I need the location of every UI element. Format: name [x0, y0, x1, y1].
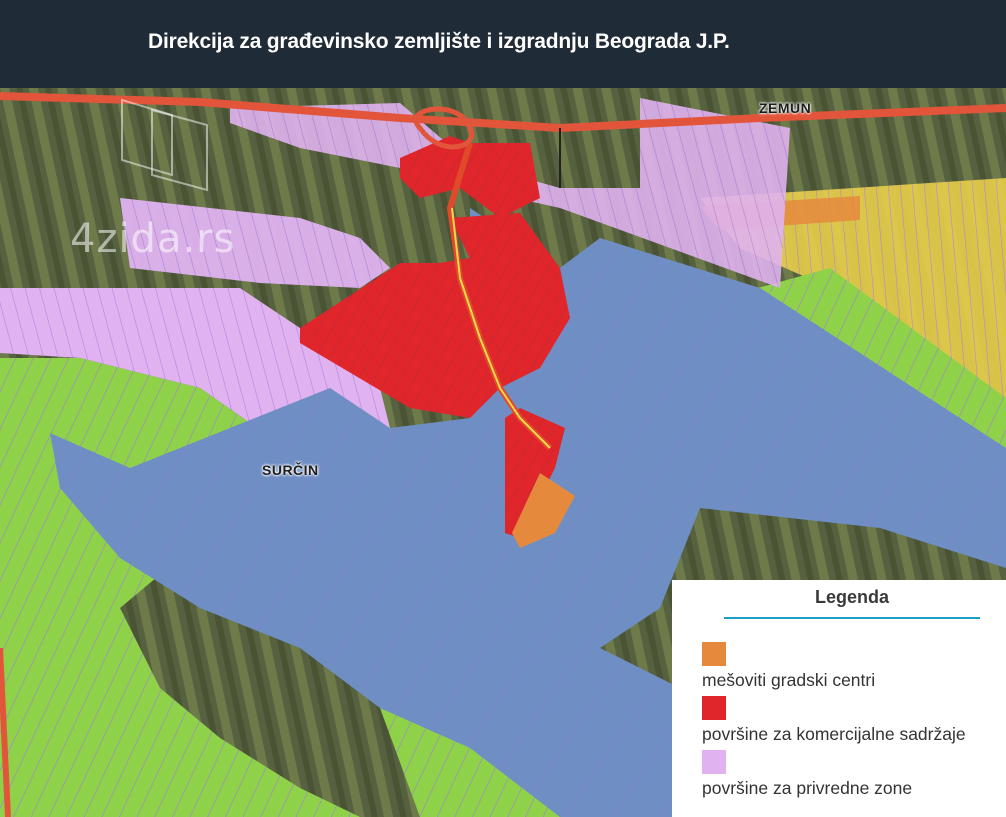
legend-divider: [724, 617, 980, 619]
legend-label: mešoviti gradski centri: [702, 670, 876, 690]
legend-item-commercial: površine za komercijalne sadržaje: [702, 696, 1006, 745]
page-title: Direkcija za građevinsko zemljište i izg…: [148, 30, 730, 53]
legend-swatch-purple: [702, 750, 726, 774]
map-legend: Legenda mešoviti gradski centri površine…: [672, 580, 1006, 817]
place-label-surcin: SURČIN: [262, 462, 319, 478]
place-label-zemun: ZEMUN: [759, 100, 812, 116]
legend-swatch-orange: [702, 642, 726, 666]
legend-label: površine za komercijalne sadržaje: [702, 724, 966, 744]
page-header: Direkcija za građevinsko zemljište i izg…: [0, 0, 1006, 88]
legend-title: Legenda: [814, 587, 889, 607]
legend-item-industrial: površine za privredne zone: [702, 750, 1006, 799]
watermark-text: 4zida.rs: [70, 216, 236, 262]
legend-swatch-red: [702, 696, 726, 720]
legend-label: površine za privredne zone: [702, 778, 913, 798]
watermark-logo-icon: [121, 98, 208, 192]
legend-item-mixed-centers: mešoviti gradski centri: [702, 642, 1006, 691]
